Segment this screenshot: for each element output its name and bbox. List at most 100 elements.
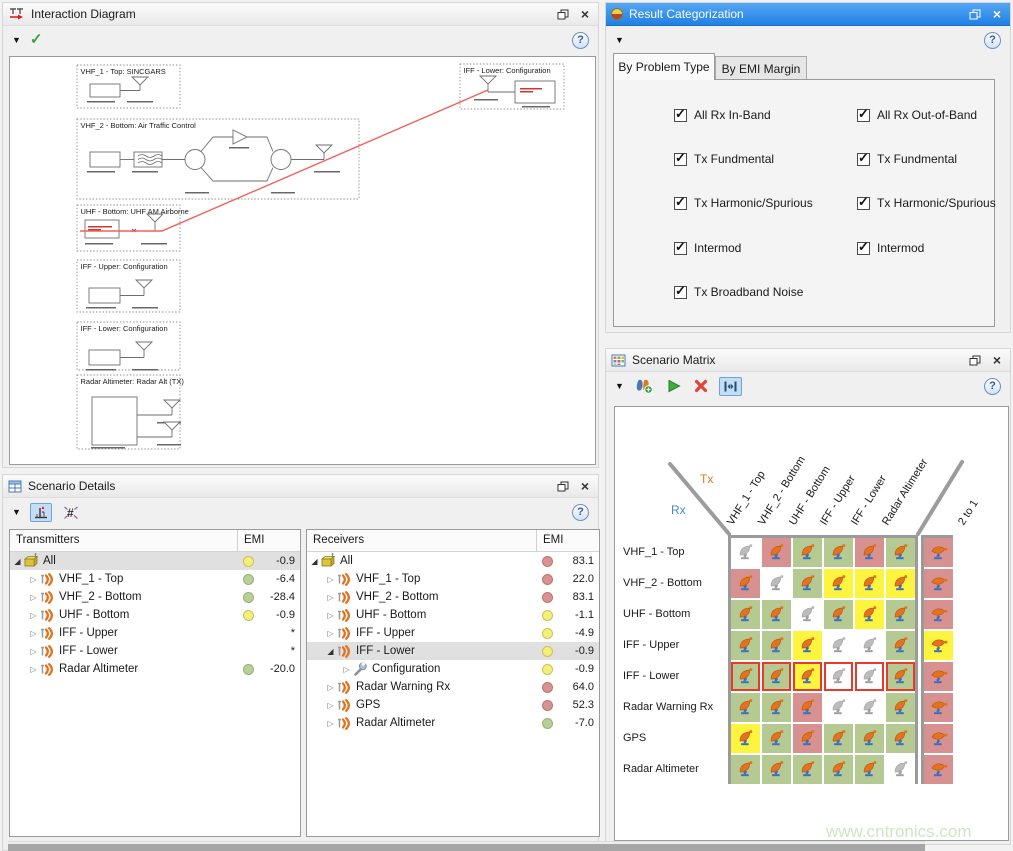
matrix-cell[interactable] [824, 693, 853, 722]
matrix-cell[interactable] [793, 662, 822, 691]
matrix-cell[interactable] [855, 600, 884, 629]
float-button[interactable] [555, 7, 571, 22]
float-button[interactable] [967, 353, 983, 368]
checkbox-out-of-band-0[interactable]: All Rx Out-of-Band [857, 108, 977, 122]
expand-arrow-icon[interactable]: ▷ [325, 575, 336, 584]
matrix-cell[interactable] [824, 662, 853, 691]
validate-check-icon[interactable]: ✓ [30, 33, 43, 47]
float-button[interactable] [555, 479, 571, 494]
matrix-2to1-cell[interactable] [924, 631, 953, 660]
expand-arrow-icon[interactable]: ▷ [325, 611, 336, 620]
diagram-block[interactable]: IFF - Lower: Configuration [77, 322, 180, 371]
tree-row-iff-lower[interactable]: ◢IFF - Lower-0.9 [307, 642, 599, 660]
collapse-arrow-icon[interactable]: ◢ [325, 647, 336, 656]
matrix-cell[interactable] [762, 755, 791, 784]
matrix-2to1-cell[interactable] [924, 600, 953, 629]
tree-row-vhf-1-top[interactable]: ▷VHF_1 - Top22.0 [307, 570, 599, 588]
checkbox-in-band-3[interactable]: Intermod [674, 241, 741, 255]
checkbox-in-band-1[interactable]: Tx Fundmental [674, 152, 774, 166]
interaction-diagram-canvas[interactable]: VHF_1 - Top: SINCGARS VHF_2 - Bottom: Air… [9, 56, 596, 465]
expand-arrow-icon[interactable]: ▷ [28, 593, 39, 602]
matrix-cell[interactable] [855, 693, 884, 722]
scrollbar-thumb[interactable] [8, 844, 925, 851]
collapse-arrow-icon[interactable]: ◢ [309, 557, 320, 566]
matrix-cell[interactable] [731, 600, 760, 629]
menu-dropdown-icon[interactable]: ▼ [12, 507, 21, 517]
tree-row-all[interactable]: ◢All-0.9 [10, 552, 300, 570]
matrix-cell[interactable] [886, 724, 915, 753]
matrix-cell[interactable] [855, 569, 884, 598]
show-numbers-button[interactable]: # [61, 503, 81, 522]
matrix-cell[interactable] [731, 569, 760, 598]
matrix-cell[interactable] [824, 631, 853, 660]
help-icon[interactable]: ? [572, 504, 589, 521]
tree-row-vhf-2-bottom[interactable]: ▷VHF_2 - Bottom83.1 [307, 588, 599, 606]
matrix-cell[interactable] [855, 724, 884, 753]
diagram-block[interactable]: IFF - Upper: Configuration [77, 260, 180, 312]
show-levels-button[interactable] [30, 503, 52, 522]
matrix-cell[interactable] [793, 631, 822, 660]
expand-arrow-icon[interactable]: ▷ [325, 701, 336, 710]
tab-by-problem-type[interactable]: By Problem Type [613, 53, 715, 80]
matrix-cell[interactable] [731, 693, 760, 722]
matrix-2to1-cell[interactable] [924, 755, 953, 784]
tree-row-radar-altimeter[interactable]: ▷Radar Altimeter-7.0 [307, 714, 599, 732]
checkbox-out-of-band-1[interactable]: Tx Fundmental [857, 152, 957, 166]
add-scenario-button[interactable] [633, 376, 656, 396]
matrix-cell[interactable] [855, 538, 884, 567]
matrix-cell[interactable] [886, 662, 915, 691]
tree-row-uhf-bottom[interactable]: ▷UHF - Bottom-0.9 [10, 606, 300, 624]
diagram-block[interactable]: Radar Altimeter: Radar Alt (TX) [77, 375, 184, 449]
float-button[interactable] [967, 7, 983, 22]
help-icon[interactable]: ? [984, 378, 1001, 395]
diagram-block[interactable]: IFF - Lower: Configuration [460, 64, 564, 109]
close-button[interactable]: × [989, 7, 1005, 22]
collapse-arrow-icon[interactable]: ◢ [12, 557, 23, 566]
split-view-button[interactable] [719, 377, 742, 396]
close-button[interactable]: × [989, 353, 1005, 368]
diagram-block[interactable]: VHF_1 - Top: SINCGARS [77, 65, 180, 108]
diagram-block[interactable]: UHF - Bottom: UHF AM Airborne [77, 205, 189, 251]
matrix-cell[interactable] [824, 569, 853, 598]
matrix-cell[interactable] [762, 693, 791, 722]
matrix-cell[interactable] [824, 538, 853, 567]
matrix-cell[interactable] [824, 600, 853, 629]
matrix-cell[interactable] [886, 538, 915, 567]
matrix-cell[interactable] [793, 755, 822, 784]
tree-row-uhf-bottom[interactable]: ▷UHF - Bottom-1.1 [307, 606, 599, 624]
matrix-cell[interactable] [762, 569, 791, 598]
matrix-cell[interactable] [855, 662, 884, 691]
expand-arrow-icon[interactable]: ▷ [341, 665, 352, 674]
matrix-cell[interactable] [762, 600, 791, 629]
checkbox-out-of-band-2[interactable]: Tx Harmonic/Spurious [857, 196, 996, 210]
matrix-cell[interactable] [793, 724, 822, 753]
matrix-2to1-cell[interactable] [924, 693, 953, 722]
expand-arrow-icon[interactable]: ▷ [325, 593, 336, 602]
matrix-cell[interactable] [731, 662, 760, 691]
expand-arrow-icon[interactable]: ▷ [28, 665, 39, 674]
expand-arrow-icon[interactable]: ▷ [28, 647, 39, 656]
run-button[interactable] [665, 377, 683, 395]
tree-row-gps[interactable]: ▷GPS52.3 [307, 696, 599, 714]
diagram-block[interactable]: VHF_2 - Bottom: Air Traffic Control [77, 119, 359, 199]
matrix-cell[interactable] [793, 693, 822, 722]
matrix-cell[interactable] [855, 755, 884, 784]
tree-row-radar-altimeter[interactable]: ▷Radar Altimeter-20.0 [10, 660, 300, 678]
matrix-cell[interactable] [731, 724, 760, 753]
horizontal-scrollbar[interactable] [8, 841, 925, 851]
tree-row-radar-warning-rx[interactable]: ▷Radar Warning Rx64.0 [307, 678, 599, 696]
matrix-cell[interactable] [886, 631, 915, 660]
matrix-2to1-cell[interactable] [924, 724, 953, 753]
matrix-2to1-cell[interactable] [924, 662, 953, 691]
matrix-cell[interactable] [762, 662, 791, 691]
matrix-cell[interactable] [886, 755, 915, 784]
expand-arrow-icon[interactable]: ▷ [325, 683, 336, 692]
matrix-cell[interactable] [762, 724, 791, 753]
expand-arrow-icon[interactable]: ▷ [28, 575, 39, 584]
tree-row-vhf-2-bottom[interactable]: ▷VHF_2 - Bottom-28.4 [10, 588, 300, 606]
matrix-cell[interactable] [886, 693, 915, 722]
close-button[interactable]: × [577, 479, 593, 494]
matrix-cell[interactable] [855, 631, 884, 660]
tree-row-iff-lower[interactable]: ▷IFF - Lower* [10, 642, 300, 660]
delete-button[interactable] [692, 377, 710, 395]
